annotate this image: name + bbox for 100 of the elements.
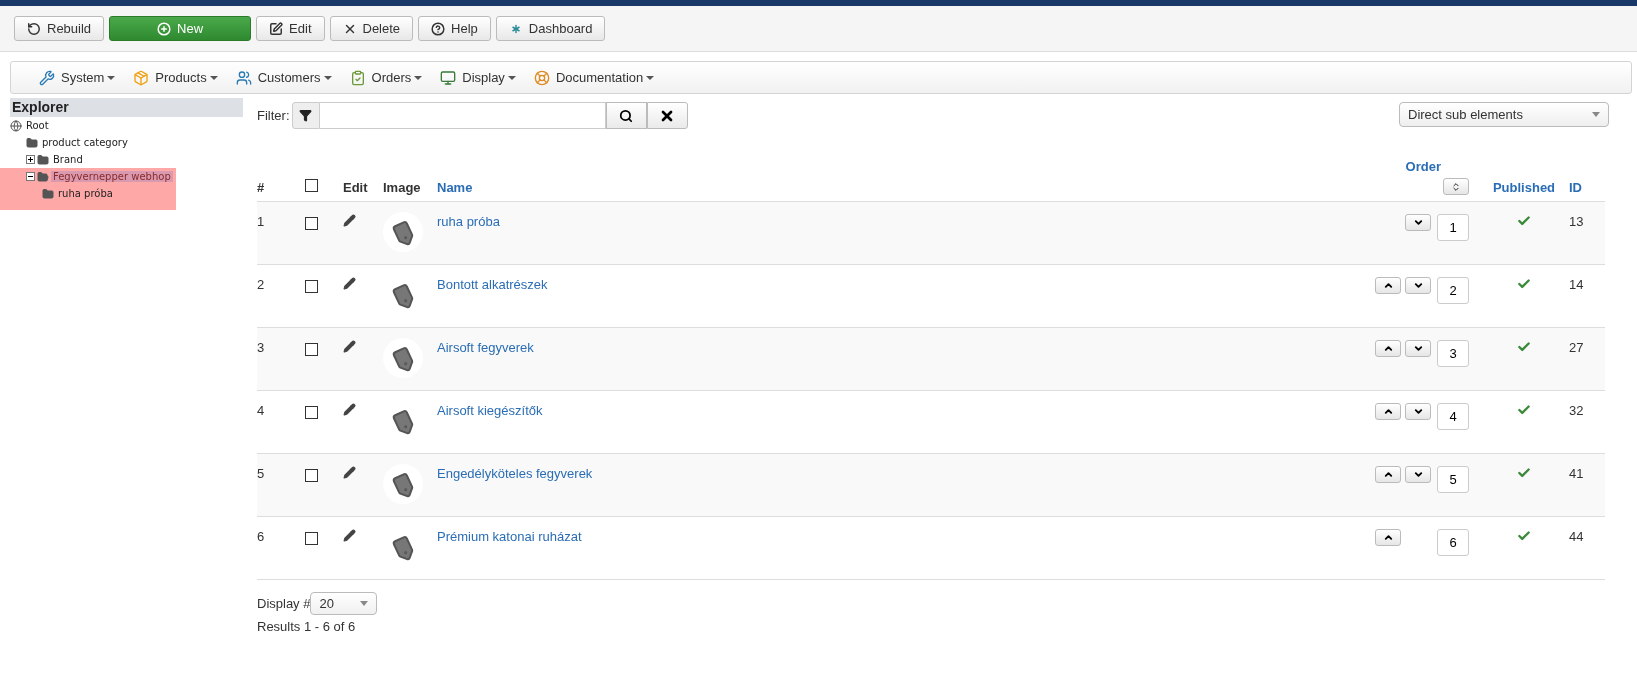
chevron-down-icon xyxy=(1412,406,1424,417)
tree-item[interactable]: Brand xyxy=(51,154,85,165)
caret-icon xyxy=(414,75,423,80)
menu-item[interactable]: Products xyxy=(133,69,218,86)
select-all-checkbox[interactable] xyxy=(305,179,318,192)
move-up-button[interactable] xyxy=(1375,466,1401,483)
category-name-link[interactable]: Airsoft kiegészítők xyxy=(437,403,543,418)
pencil-icon[interactable] xyxy=(343,340,356,353)
move-down-button[interactable] xyxy=(1405,403,1431,420)
order-input[interactable]: 1 xyxy=(1437,214,1469,241)
row-checkbox[interactable] xyxy=(305,532,318,545)
tree-item[interactable]: Fegyvernepper webhop xyxy=(51,171,173,182)
move-up-button[interactable] xyxy=(1375,403,1401,420)
results-text: Results 1 - 6 of 6 xyxy=(257,619,357,634)
toolbar-button[interactable]: Rebuild xyxy=(14,16,105,41)
row-number: 2 xyxy=(257,277,266,294)
move-up-button[interactable] xyxy=(1375,277,1401,294)
check-icon[interactable] xyxy=(1517,529,1531,543)
collapse-icon[interactable] xyxy=(26,172,35,181)
menu-item[interactable]: Display xyxy=(440,69,516,86)
sort-order-button[interactable] xyxy=(1443,178,1469,195)
category-name-link[interactable]: Airsoft fegyverek xyxy=(437,340,534,355)
row-number: 4 xyxy=(257,403,266,420)
order-input[interactable]: 4 xyxy=(1437,403,1469,430)
box-icon xyxy=(133,69,150,86)
column-header[interactable]: Name xyxy=(437,180,1359,195)
check-icon[interactable] xyxy=(1517,466,1531,480)
toolbar-button[interactable]: Dashboard xyxy=(495,16,606,41)
tree-item[interactable]: product category xyxy=(40,137,130,148)
row-checkbox[interactable] xyxy=(305,280,318,293)
row-checkbox[interactable] xyxy=(305,469,318,482)
order-input[interactable]: 3 xyxy=(1437,340,1469,367)
category-name-link[interactable]: Bontott alkatrészek xyxy=(437,277,548,292)
folder-icon xyxy=(42,187,54,200)
caret-icon xyxy=(323,75,332,80)
filter-input[interactable] xyxy=(319,102,606,129)
lifebuoy-icon xyxy=(533,69,550,86)
move-down-button[interactable] xyxy=(1405,214,1431,231)
toolbar-button[interactable]: Edit xyxy=(256,16,325,41)
window-icon xyxy=(440,69,457,86)
move-down-button[interactable] xyxy=(1405,277,1431,294)
toolbar-button[interactable]: Delete xyxy=(329,16,414,41)
order-input[interactable]: 2 xyxy=(1437,277,1469,304)
help-icon xyxy=(431,21,446,36)
filter-label: Filter: xyxy=(257,108,290,125)
order-input[interactable]: 6 xyxy=(1437,529,1469,556)
pencil-icon[interactable] xyxy=(343,529,356,542)
funnel-icon xyxy=(291,102,320,129)
column-header[interactable]: ID xyxy=(1569,180,1605,195)
id-cell-text: 41 xyxy=(1569,466,1585,483)
pencil-icon[interactable] xyxy=(343,466,356,479)
check-icon[interactable] xyxy=(1517,277,1531,291)
undo-arrow-icon xyxy=(27,21,41,36)
menu-item[interactable]: Documentation xyxy=(533,69,655,86)
toolbar-button[interactable]: New xyxy=(109,16,252,41)
column-header[interactable]: Published xyxy=(1479,180,1569,195)
menu-item[interactable]: System xyxy=(39,69,116,86)
check-icon[interactable] xyxy=(1517,403,1531,417)
scope-select[interactable]: Direct sub elements xyxy=(1399,102,1609,127)
row-checkbox[interactable] xyxy=(305,217,318,230)
display-label: Display # xyxy=(257,596,311,611)
check-icon[interactable] xyxy=(1517,214,1531,228)
move-down-button[interactable] xyxy=(1405,340,1431,357)
pencil-icon[interactable] xyxy=(343,214,356,227)
caret-icon xyxy=(209,75,218,80)
expand-icon[interactable] xyxy=(26,155,35,164)
tree-item[interactable]: ruha próba xyxy=(56,188,115,199)
clipboard-icon xyxy=(349,69,366,86)
chevron-down-icon xyxy=(1412,217,1424,228)
display-select[interactable]: 20 xyxy=(310,592,378,615)
tag-icon xyxy=(383,464,423,504)
row-number: 3 xyxy=(257,340,266,357)
category-name-link[interactable]: ruha próba xyxy=(437,214,500,229)
category-name-link[interactable]: Engedélyköteles fegyverek xyxy=(437,466,593,481)
category-name-link[interactable]: Prémium katonai ruházat xyxy=(437,529,582,544)
row-checkbox[interactable] xyxy=(305,406,318,419)
pencil-icon[interactable] xyxy=(343,403,356,416)
caret-icon xyxy=(646,75,655,80)
folder-icon xyxy=(37,153,49,166)
pencil-icon[interactable] xyxy=(343,277,356,290)
id-cell-text: 32 xyxy=(1569,403,1585,420)
row-number: 5 xyxy=(257,466,266,483)
menu-item[interactable]: Customers xyxy=(235,69,332,86)
id-cell-text: 44 xyxy=(1569,529,1585,546)
toolbar-button[interactable]: Help xyxy=(418,16,491,41)
menu-item[interactable]: Orders xyxy=(349,69,423,86)
explorer-title: Explorer xyxy=(10,98,243,117)
check-icon[interactable] xyxy=(1517,340,1531,354)
clear-button[interactable] xyxy=(646,102,688,129)
move-down-button[interactable] xyxy=(1405,466,1431,483)
row-checkbox[interactable] xyxy=(305,343,318,356)
tree-item[interactable]: Root xyxy=(24,120,51,131)
move-up-button[interactable] xyxy=(1375,340,1401,357)
column-header[interactable]: Order xyxy=(1405,159,1441,174)
chevron-down-icon xyxy=(1412,343,1424,354)
search-button[interactable] xyxy=(605,102,647,129)
order-input[interactable]: 5 xyxy=(1437,466,1469,493)
up-down-icon xyxy=(1451,181,1461,192)
move-up-button[interactable] xyxy=(1375,529,1401,546)
search-icon xyxy=(619,108,633,123)
